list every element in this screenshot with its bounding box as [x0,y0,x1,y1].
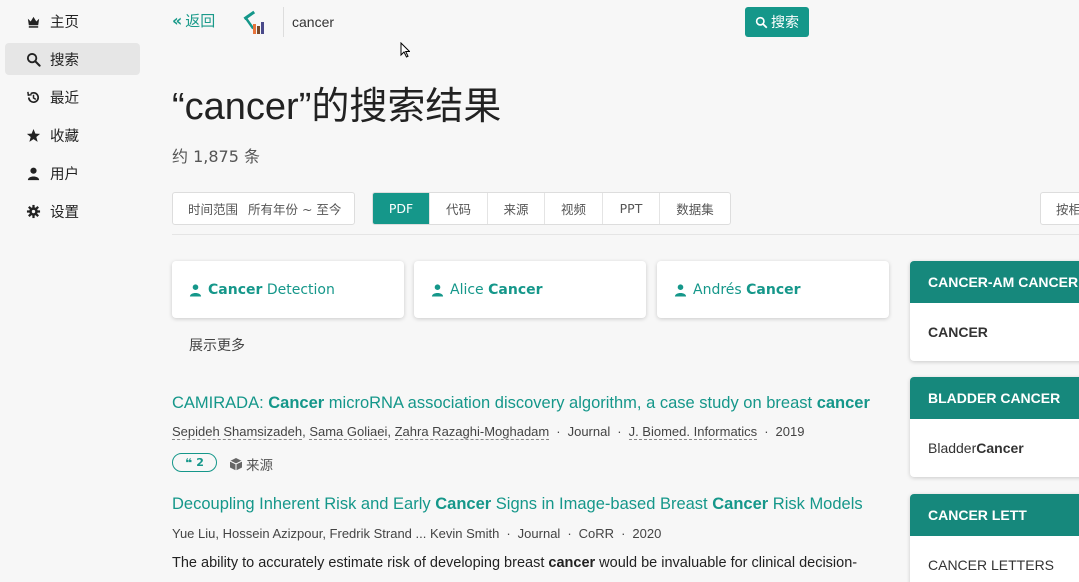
search-button-label: 搜索 [771,15,799,31]
result-meta: Sepideh Shamsizadeh, Sama Goliaei, Zahra… [172,424,805,440]
author-name: Andrés Cancer [693,281,801,298]
tab-ppt[interactable]: PPT [603,193,660,224]
show-more-button[interactable]: 展示更多 [189,335,245,355]
resource-tabs: PDF 代码 来源 视频 PPT 数据集 [372,192,731,225]
sidebar-item-label: 搜索 [50,52,79,69]
user-icon [431,283,444,296]
time-range-filter[interactable]: 时间范围 所有年份 ~ 至今 [172,192,355,225]
quote-icon: ❝ [185,455,193,470]
sidebar-item-label: 最近 [50,90,79,107]
divider [172,234,1079,235]
mouse-cursor-icon [400,42,410,58]
author-link[interactable]: Sama Goliaei [309,424,388,440]
result-count: 约 1,875 条 [172,147,260,166]
author-name: Alice Cancer [450,281,543,298]
source-link[interactable]: 来源 [229,454,273,474]
time-range-label: 时间范围 [188,202,239,217]
author-card[interactable]: Cancer Detection [172,261,404,318]
citation-badge[interactable]: ❝ 2 [172,453,217,472]
sort-button[interactable]: 按相 [1040,192,1079,225]
sidebar-item-favorites[interactable]: 收藏 [5,119,140,151]
sidebar-item-user[interactable]: 用户 [5,157,140,189]
author-link[interactable]: Sepideh Shamsizadeh [172,424,303,440]
sidebar-item-label: 收藏 [50,128,79,145]
user-icon [674,283,687,296]
sidebar-item-label: 主页 [50,14,79,31]
tab-source[interactable]: 来源 [488,193,545,224]
sidebar-item-search[interactable]: 搜索 [5,43,140,75]
back-label: 返回 [185,12,216,30]
venue-card-body: Bladder Cancer [928,440,1024,456]
sidebar: 主页 搜索 最近 收藏 用户 设置 [0,0,148,582]
venue-card-header: BLADDER CANCER [910,377,1079,419]
result-abstract: The ability to accurately estimate risk … [172,555,858,571]
result-title[interactable]: Decoupling Inherent Risk and Early Cance… [172,495,863,514]
user-icon [189,283,202,296]
citation-count: 2 [196,456,204,469]
sidebar-item-recent[interactable]: 最近 [5,81,140,113]
tab-pdf[interactable]: PDF [373,193,430,224]
venue-card[interactable]: CANCER-AM CANCER CANCER [910,261,1079,361]
app-logo-icon [243,10,264,34]
search-icon [25,51,41,67]
author-card[interactable]: Andrés Cancer [657,261,889,318]
venue-card[interactable]: CANCER LETT CANCER LETTERS [910,494,1079,582]
author-link[interactable]: Zahra Razaghi-Moghadam [394,424,550,440]
tab-dataset[interactable]: 数据集 [660,193,730,224]
tab-video[interactable]: 视频 [545,193,603,224]
author-list: Yue Liu, Hossein Azizpour, Fredrik Stran… [172,526,500,541]
sidebar-item-label: 用户 [50,166,79,183]
search-icon [755,16,768,28]
cube-icon [229,458,243,471]
sidebar-item-home[interactable]: 主页 [5,5,140,37]
venue: CoRR [578,526,615,541]
publication-year: 2019 [775,424,805,439]
user-icon [25,165,41,181]
back-button[interactable]: ‹‹ 返回 [172,10,215,31]
author-name: Cancer Detection [208,281,335,298]
sidebar-item-settings[interactable]: 设置 [5,195,140,227]
venue-card-header: CANCER LETT [910,494,1079,536]
star-icon [25,127,41,143]
page-title: “cancer”的搜索结果 [172,86,502,128]
author-card[interactable]: Alice Cancer [414,261,646,318]
venue-link[interactable]: J. Biomed. Informatics [628,424,758,440]
source-label: 来源 [246,458,273,474]
publication-type: Journal [517,526,561,541]
sidebar-item-label: 设置 [50,204,79,221]
publication-type: Journal [567,424,611,439]
history-icon [25,89,41,105]
crown-icon [25,13,41,29]
double-chevron-left-icon: ‹‹ [172,11,182,30]
search-input[interactable] [283,7,743,37]
result-title[interactable]: CAMIRADA: Cancer microRNA association di… [172,394,870,413]
result-meta: Yue Liu, Hossein Azizpour, Fredrik Stran… [172,526,662,541]
venue-card-body: CANCER LETTERS [928,557,1055,573]
tab-code[interactable]: 代码 [430,193,488,224]
venue-card-body: CANCER [928,324,988,340]
venue-card-header: CANCER-AM CANCER [910,261,1079,303]
gear-icon [25,203,41,219]
time-range-value: 所有年份 ~ 至今 [248,202,342,217]
publication-year: 2020 [632,526,662,541]
search-button[interactable]: 搜索 [745,7,809,37]
venue-card[interactable]: BLADDER CANCER Bladder Cancer [910,377,1079,477]
